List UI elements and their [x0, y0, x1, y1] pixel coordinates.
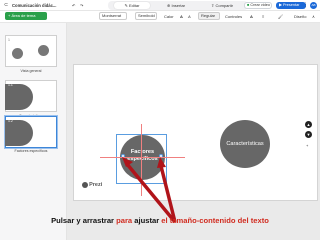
instruction-caption: Pulsar y arrastrar para ajustar el tamañ… — [51, 216, 269, 225]
arrow-left-head — [122, 157, 133, 167]
annotation-arrows — [122, 157, 177, 224]
arrow-right-head — [157, 157, 166, 168]
